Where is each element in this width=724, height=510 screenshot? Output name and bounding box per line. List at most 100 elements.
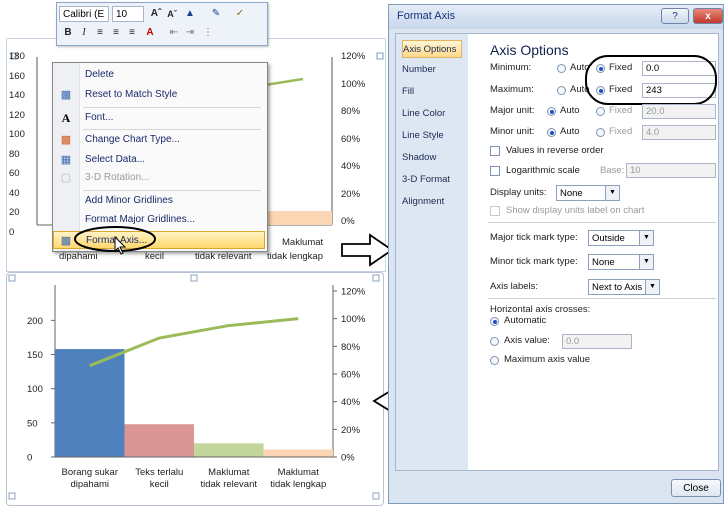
major-tick-select[interactable]: Outside ▼: [588, 230, 654, 246]
dialog-title: Format Axis: [397, 10, 456, 22]
major-tick-value: Outside: [592, 233, 625, 244]
top-chart-y-tick: 0: [9, 226, 15, 238]
mini-toolbar: Calibri (E 10 Aˆ Aˇ ▲ ✎ ✓ B I ≡ ≡ ≡ A ⇤ …: [56, 2, 268, 46]
major-unit-label: Major unit:: [490, 105, 535, 116]
bottom-chart-y2-tick: 80%: [341, 342, 361, 353]
base-label: Base:: [600, 165, 625, 176]
minor-tick-select[interactable]: None ▼: [588, 254, 654, 270]
min-max-highlight-ellipse: [585, 55, 717, 105]
italic-button[interactable]: I: [77, 26, 91, 40]
major-tick-label: Major tick mark type:: [490, 232, 578, 243]
bottom-chart-y-tick: 0: [27, 453, 32, 464]
font-color-icon[interactable]: A: [143, 26, 157, 40]
minor-unit-label: Minor unit:: [490, 126, 535, 137]
top-chart-y2-tick: 80%: [341, 106, 361, 117]
nav-alignment[interactable]: Alignment: [402, 193, 462, 211]
chevron-down-icon: ▼: [639, 231, 653, 245]
bottom-chart-area[interactable]: 0 50 100 150 200 0% 20% 40% 60% 80% 100% 120% Boran…: [6, 272, 384, 506]
chart-resize-handle[interactable]: [8, 274, 16, 282]
align-right-icon[interactable]: ≡: [125, 26, 139, 40]
major-unit-auto-label: Auto: [560, 105, 580, 116]
show-units-checkbox: [490, 206, 500, 216]
crosses-axis-value-radio[interactable]: [490, 337, 499, 346]
close-button[interactable]: Close: [671, 479, 721, 497]
mouse-cursor-icon: [114, 236, 127, 255]
crosses-automatic-radio[interactable]: [490, 317, 499, 326]
crosses-automatic-label: Automatic: [504, 315, 547, 326]
nav-line-style[interactable]: Line Style: [402, 127, 462, 145]
menu-item-label: Change Chart Type...: [85, 134, 180, 145]
grow-font-icon[interactable]: Aˆ: [149, 7, 163, 21]
dialog-nav: Axis Options Number Fill Line Color Line…: [396, 34, 468, 470]
reverse-order-label: Values in reverse order: [506, 145, 604, 156]
menu-item-select-data[interactable]: ▦ Select Data...: [53, 151, 265, 169]
menu-item-add-minor-gridlines[interactable]: Add Minor Gridlines: [53, 192, 265, 210]
format-painter-icon[interactable]: ✓: [233, 7, 247, 21]
top-chart-y2-tick: 120%: [341, 51, 366, 62]
top-chart-y-tick: 20: [9, 207, 20, 218]
chart-resize-handle[interactable]: [372, 274, 380, 282]
display-units-label: Display units:: [490, 187, 547, 198]
log-scale-checkbox[interactable]: [490, 166, 500, 176]
menu-item-delete[interactable]: Delete: [53, 66, 265, 84]
align-left-icon[interactable]: ≡: [109, 26, 123, 40]
menu-item-reset-style[interactable]: ▩ Reset to Match Style: [53, 86, 265, 104]
axis-labels-select[interactable]: Next to Axis ▼: [588, 279, 660, 295]
nav-number[interactable]: Number: [402, 61, 462, 79]
font-size-box[interactable]: 10: [112, 6, 144, 22]
minor-unit-value-input: 4.0: [642, 125, 716, 140]
reverse-order-checkbox[interactable]: [490, 146, 500, 156]
major-unit-fixed-label: Fixed: [609, 105, 633, 116]
bottom-chart-bar[interactable]: [194, 443, 264, 457]
axis-labels-value: Next to Axis: [592, 282, 643, 293]
major-unit-fixed-radio[interactable]: [596, 107, 605, 116]
align-center-icon[interactable]: ≡: [93, 26, 107, 40]
top-chart-y2-tick: 60%: [341, 133, 361, 145]
select-data-icon: ▦: [60, 154, 72, 166]
top-chart-y-tick: 40: [9, 187, 20, 199]
nav-fill[interactable]: Fill: [402, 83, 462, 101]
top-chart-y2-tick: 40%: [341, 161, 361, 172]
bottom-chart-x-label: Teks terlalu: [135, 467, 184, 478]
top-chart-y2-tick: 0%: [341, 216, 355, 227]
top-chart-y2-tick: 20%: [341, 188, 361, 200]
help-button[interactable]: ?: [661, 8, 689, 24]
nav-3d-format[interactable]: 3-D Format: [402, 171, 462, 189]
chart-resize-handle[interactable]: [372, 492, 380, 500]
menu-item-change-chart-type[interactable]: ▩ Change Chart Type...: [53, 131, 265, 149]
display-units-value: None: [560, 188, 583, 199]
rotation-icon: ▢: [60, 172, 72, 184]
nav-shadow[interactable]: Shadow: [402, 149, 462, 167]
minimum-auto-radio[interactable]: [557, 64, 566, 73]
crosses-label: Horizontal axis crosses:: [490, 304, 591, 315]
minor-unit-auto-radio[interactable]: [547, 128, 556, 137]
bottom-chart-bar[interactable]: [263, 449, 334, 457]
menu-item-font[interactable]: A Font...: [53, 109, 265, 127]
nav-axis-options[interactable]: Axis Options: [402, 40, 462, 58]
bottom-chart-y2-tick: 60%: [341, 370, 361, 381]
shrink-font-icon[interactable]: Aˇ: [165, 7, 179, 21]
fill-color-icon[interactable]: ▲: [183, 7, 197, 21]
menu-item-label: 3-D Rotation...: [85, 172, 150, 183]
major-unit-auto-radio[interactable]: [547, 107, 556, 116]
chart-type-icon: ▩: [60, 134, 72, 146]
axis-labels-label: Axis labels:: [490, 281, 539, 292]
bottom-chart-x-label: Maklumat: [277, 467, 319, 478]
dialog-titlebar[interactable]: Format Axis ? x: [389, 5, 723, 29]
chart-resize-handle[interactable]: [190, 274, 198, 282]
bottom-chart-y2-tick: 20%: [341, 425, 361, 436]
crosses-axis-value-label: Axis value:: [504, 335, 550, 346]
chart-resize-handle[interactable]: [8, 492, 16, 500]
bottom-chart-bar[interactable]: [124, 424, 195, 457]
crosses-maximum-radio[interactable]: [490, 356, 499, 365]
bottom-chart-x-label: tidak lengkap: [270, 479, 327, 490]
line-color-icon[interactable]: ✎: [209, 7, 223, 21]
dialog-close-icon[interactable]: x: [693, 8, 723, 24]
bottom-chart-y2-tick: 120%: [341, 287, 366, 298]
minor-unit-fixed-radio[interactable]: [596, 128, 605, 137]
nav-line-color[interactable]: Line Color: [402, 105, 462, 123]
maximum-auto-radio[interactable]: [557, 86, 566, 95]
bold-button[interactable]: B: [61, 26, 75, 40]
font-name-box[interactable]: Calibri (E: [59, 6, 109, 22]
display-units-select[interactable]: None ▼: [556, 185, 620, 201]
